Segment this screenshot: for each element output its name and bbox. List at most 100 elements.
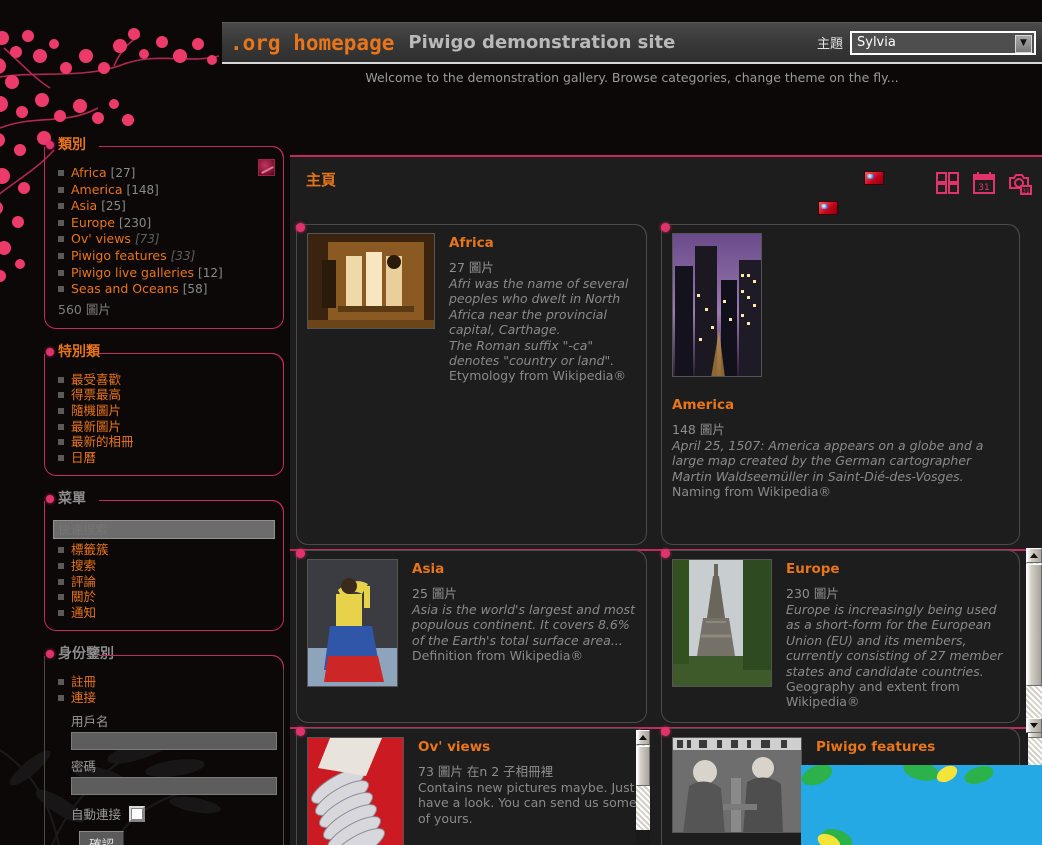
album-description: Afri was the name of several peoples who… bbox=[449, 276, 638, 368]
scrollbar-up-button[interactable] bbox=[1026, 548, 1042, 563]
sidebar-item-register[interactable]: 註冊 bbox=[71, 674, 275, 690]
categories-frame: Africa [27] America [148] Asia [25] Euro… bbox=[44, 147, 284, 329]
scrollbar-thumb[interactable] bbox=[636, 746, 650, 786]
identification-links: 註冊 連接 bbox=[53, 674, 275, 705]
site-header: .org homepage Piwigo demonstration site … bbox=[222, 22, 1042, 64]
album-count: 73 圖片 在n 2 子相冊裡 bbox=[418, 761, 638, 780]
theme-label: 主題 bbox=[817, 33, 843, 52]
sidebar-item-search[interactable]: 搜索 bbox=[71, 558, 275, 574]
left-column-scrollbar[interactable] bbox=[636, 730, 650, 845]
search-input[interactable] bbox=[53, 520, 275, 539]
calendar-icon[interactable]: 31 bbox=[972, 171, 996, 195]
sidebar-item-piwigo-features[interactable]: Piwigo features [33] bbox=[71, 248, 275, 265]
album-count: 25 圖片 bbox=[412, 583, 638, 602]
album-description: Asia is the world's largest and most pop… bbox=[412, 602, 638, 648]
sidebar-item-comments[interactable]: 評論 bbox=[71, 574, 275, 590]
identification-frame: 註冊 連接 用戶名 密碼 自動連接 確認 bbox=[44, 656, 284, 845]
sidebar-item-asia[interactable]: Asia [25] bbox=[71, 198, 275, 215]
album-title[interactable]: Asia bbox=[412, 561, 638, 577]
sidebar-block-categories: 類別 Africa [27] America [148] Asia [25] E… bbox=[44, 136, 284, 329]
sidebar-item-ov-views[interactable]: Ov' views [73] bbox=[71, 231, 275, 248]
album-thumbnail[interactable] bbox=[307, 559, 398, 687]
menu-list: 標籤簇 搜索 評論 關於 通知 bbox=[53, 542, 275, 620]
album-thumbnail[interactable] bbox=[672, 233, 762, 377]
album-title[interactable]: Africa bbox=[449, 235, 638, 251]
special-list: 最受喜歡 得票最高 隨機圖片 最新圖片 最新的相冊 日曆 bbox=[53, 372, 275, 466]
sidebar-item-random-pictures[interactable]: 隨機圖片 bbox=[71, 403, 275, 419]
album-description: Europe is increasingly being used as a s… bbox=[786, 602, 1011, 679]
scrollbar-up-button[interactable] bbox=[636, 730, 650, 745]
site-logo[interactable]: .org homepage bbox=[222, 31, 394, 55]
sidebar-item-recent-albums[interactable]: 最新的相冊 bbox=[71, 434, 275, 450]
album-count: 27 圖片 bbox=[449, 257, 638, 276]
album-info: America 148 圖片 April 25, 1507: America a… bbox=[672, 381, 1011, 536]
album-info: Africa 27 圖片 Afri was the name of severa… bbox=[449, 233, 638, 536]
album-source: Definition from Wikipedia® bbox=[412, 648, 638, 663]
categories-list: Africa [27] America [148] Asia [25] Euro… bbox=[53, 165, 275, 298]
album-thumbnail[interactable] bbox=[672, 737, 802, 833]
sidebar-item-recent-pictures[interactable]: 最新圖片 bbox=[71, 419, 275, 435]
sidebar-block-menu: 菜單 標籤簇 搜索 評論 關於 通知 bbox=[44, 490, 284, 631]
remember-me-label: 自動連接 bbox=[71, 804, 121, 823]
grid-view-icon[interactable] bbox=[936, 171, 960, 195]
promo-banner[interactable] bbox=[801, 765, 1042, 845]
album-info: Asia 25 圖片 Asia is the world's largest a… bbox=[412, 559, 638, 714]
album-title[interactable]: Europe bbox=[786, 561, 1011, 577]
chevron-down-icon[interactable]: ▼ bbox=[1015, 35, 1032, 53]
slideshow-icon[interactable] bbox=[258, 159, 275, 176]
special-frame: 最受喜歡 得票最高 隨機圖片 最新圖片 最新的相冊 日曆 bbox=[44, 354, 284, 477]
svg-text:31: 31 bbox=[978, 183, 989, 193]
scrollbar-down-button[interactable] bbox=[1026, 718, 1042, 733]
album-thumbnail[interactable] bbox=[307, 737, 404, 845]
sidebar-item-notification[interactable]: 通知 bbox=[71, 605, 275, 621]
scrollbar-thumb[interactable] bbox=[1026, 564, 1042, 686]
sidebar-item-best-rated[interactable]: 得票最高 bbox=[71, 387, 275, 403]
piwigo-gallery-page: .org homepage Piwigo demonstration site … bbox=[0, 0, 1042, 845]
album-source: Geography and extent from Wikipedia® bbox=[786, 679, 1011, 710]
taiwan-flag-icon[interactable] bbox=[864, 171, 884, 185]
album-thumbnail[interactable] bbox=[672, 559, 772, 687]
album-info: Ov' views 73 圖片 在n 2 子相冊裡 Contains new p… bbox=[418, 737, 638, 845]
sidebar-item-about[interactable]: 關於 bbox=[71, 589, 275, 605]
username-label: 用戶名 bbox=[53, 711, 275, 730]
site-title: Piwigo demonstration site bbox=[408, 32, 675, 53]
camera-calendar-icon[interactable]: 31 bbox=[1008, 171, 1032, 195]
login-submit-button[interactable]: 確認 bbox=[79, 831, 124, 845]
categories-total: 560 圖片 bbox=[53, 299, 275, 318]
sidebar-item-calendar[interactable]: 日曆 bbox=[71, 450, 275, 466]
album-title[interactable]: Piwigo features bbox=[816, 739, 1011, 755]
album-thumbnail[interactable] bbox=[307, 233, 435, 329]
sidebar-item-europe[interactable]: Europe [230] bbox=[71, 215, 275, 232]
content-header-icons: 31 31 bbox=[936, 171, 1032, 195]
sidebar-block-identification: 身份鑒別 註冊 連接 用戶名 密碼 自動連接 確認 bbox=[44, 645, 284, 845]
page-scrollbar[interactable] bbox=[1026, 548, 1042, 733]
album-ov-views[interactable]: Ov' views 73 圖片 在n 2 子相冊裡 Contains new p… bbox=[296, 729, 647, 845]
remember-me-checkbox[interactable] bbox=[129, 806, 145, 822]
remember-me-row: 自動連接 bbox=[53, 804, 275, 823]
sidebar-item-most-favorited[interactable]: 最受喜歡 bbox=[71, 372, 275, 388]
password-field[interactable] bbox=[71, 777, 277, 795]
sidebar-item-piwigo-live-galleries[interactable]: Piwigo live galleries [12] bbox=[71, 265, 275, 282]
album-america[interactable]: America 148 圖片 April 25, 1507: America a… bbox=[661, 225, 1020, 545]
theme-switcher: 主題 Sylvia ▼ bbox=[817, 31, 1042, 55]
album-info: Europe 230 圖片 Europe is increasingly bei… bbox=[786, 559, 1011, 714]
sidebar-item-africa[interactable]: Africa [27] bbox=[71, 165, 275, 182]
sidebar-item-seas-and-oceans[interactable]: Seas and Oceans [58] bbox=[71, 281, 275, 298]
theme-select[interactable]: Sylvia ▼ bbox=[850, 31, 1036, 55]
album-row-2: Asia 25 圖片 Asia is the world's largest a… bbox=[290, 551, 1042, 727]
page-title: 主頁 bbox=[290, 157, 1042, 190]
sidebar-item-tags[interactable]: 標籤簇 bbox=[71, 542, 275, 558]
content-header: 主頁 bbox=[290, 157, 1042, 225]
album-africa[interactable]: Africa 27 圖片 Afri was the name of severa… bbox=[296, 225, 647, 545]
album-asia[interactable]: Asia 25 圖片 Asia is the world's largest a… bbox=[296, 551, 647, 723]
username-field[interactable] bbox=[71, 732, 277, 750]
sidebar-item-login[interactable]: 連接 bbox=[71, 690, 275, 706]
taiwan-flag-icon[interactable] bbox=[818, 201, 838, 215]
svg-text:31: 31 bbox=[1022, 188, 1030, 195]
album-row-1: Africa 27 圖片 Afri was the name of severa… bbox=[290, 225, 1042, 549]
album-title[interactable]: Ov' views bbox=[418, 739, 638, 755]
main-content: 主頁 bbox=[290, 155, 1042, 845]
sidebar-item-america[interactable]: America [148] bbox=[71, 182, 275, 199]
album-europe[interactable]: Europe 230 圖片 Europe is increasingly bei… bbox=[661, 551, 1020, 723]
album-title[interactable]: America bbox=[672, 397, 1011, 413]
